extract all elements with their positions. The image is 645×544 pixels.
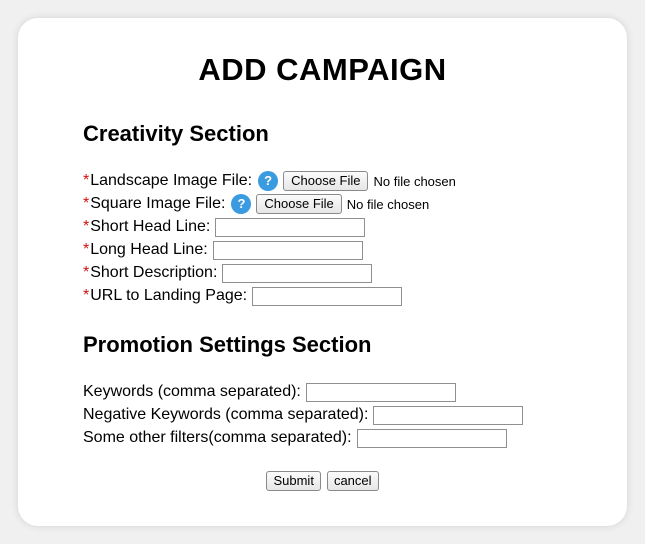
page-title: ADD CAMPAIGN	[198, 52, 447, 87]
short-description-input[interactable]	[222, 263, 373, 283]
long-headline-input[interactable]	[212, 240, 363, 260]
required-marker: *	[83, 264, 90, 281]
promotion-section-heading: Promotion Settings Section	[83, 332, 372, 357]
short-headline-input[interactable]	[215, 217, 366, 237]
short-description-row: * Short Description:	[83, 262, 373, 284]
other-filters-row: Some other filters(comma separated):	[83, 427, 507, 449]
negative-keywords-row: Negative Keywords (comma separated):	[83, 404, 524, 426]
help-icon[interactable]: ?	[258, 171, 279, 191]
long-headline-label: Long Head Line:	[90, 241, 208, 258]
keywords-label: Keywords (comma separated):	[83, 383, 301, 400]
square-image-row: * Square Image File: ? Choose File No fi…	[83, 193, 429, 215]
landscape-choose-file-button[interactable]: Choose File	[283, 171, 369, 191]
landing-url-label: URL to Landing Page:	[90, 287, 248, 304]
short-headline-label: Short Head Line:	[90, 218, 211, 235]
square-image-label: Square Image File:	[90, 195, 226, 212]
creativity-section-heading: Creativity Section	[83, 121, 269, 146]
campaign-form-card: ADD CAMPAIGN Creativity Section * Landsc…	[18, 18, 627, 526]
required-marker: *	[83, 218, 90, 235]
landscape-image-row: * Landscape Image File: ? Choose File No…	[83, 170, 456, 192]
other-filters-label: Some other filters(comma separated):	[83, 429, 352, 446]
landscape-image-label: Landscape Image File:	[90, 172, 253, 189]
long-headline-row: * Long Head Line:	[83, 239, 363, 261]
submit-button[interactable]: Submit	[266, 471, 321, 491]
landing-url-row: * URL to Landing Page:	[83, 285, 403, 307]
other-filters-input[interactable]	[356, 428, 507, 448]
short-description-label: Short Description:	[90, 264, 218, 281]
negative-keywords-input[interactable]	[373, 405, 524, 425]
help-icon[interactable]: ?	[231, 194, 252, 214]
form-actions: Submit cancel	[18, 471, 627, 491]
required-marker: *	[83, 241, 90, 258]
keywords-input[interactable]	[305, 382, 456, 402]
short-headline-row: * Short Head Line:	[83, 216, 366, 238]
cancel-button[interactable]: cancel	[326, 471, 379, 491]
square-file-status: No file chosen	[346, 196, 430, 212]
negative-keywords-label: Negative Keywords (comma separated):	[83, 406, 369, 423]
required-marker: *	[83, 195, 90, 212]
required-marker: *	[83, 287, 90, 304]
keywords-row: Keywords (comma separated):	[83, 381, 456, 403]
required-marker: *	[83, 172, 90, 189]
landscape-file-status: No file chosen	[373, 173, 456, 189]
landing-url-input[interactable]	[252, 286, 403, 306]
square-choose-file-button[interactable]: Choose File	[256, 194, 342, 214]
